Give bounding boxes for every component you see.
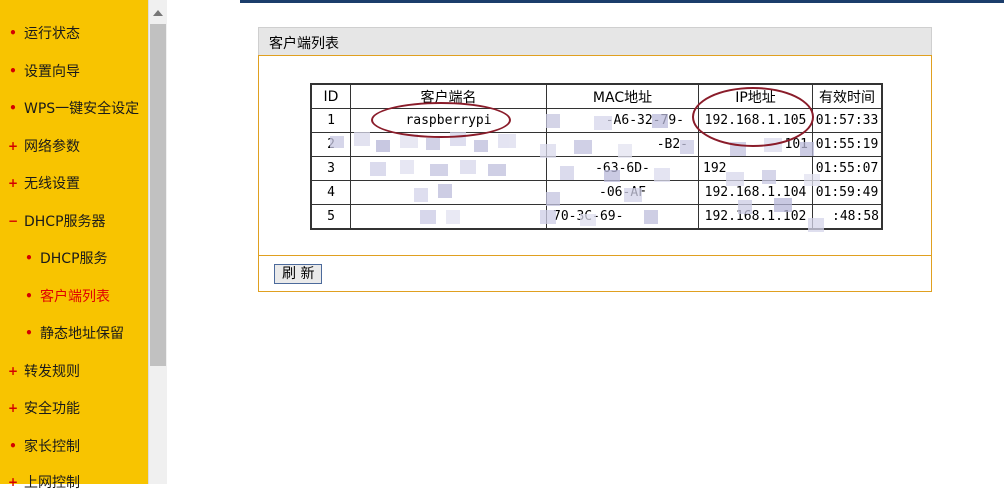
redaction-mosaic [410,184,480,230]
sidebar-item-label: 无线设置 [24,175,80,192]
sidebar-subitem-static-address[interactable]: • 静态地址保留 [0,314,124,351]
panel-title: 客户端列表 [269,36,339,52]
header-id: ID [310,83,351,109]
sidebar-item-label: 客户端列表 [40,288,110,305]
expand-plus-icon: + [7,400,19,415]
sidebar-item-label: DHCP服务 [40,250,108,267]
sidebar-item-label: 运行状态 [24,25,80,42]
redaction-mosaic [330,132,530,188]
sidebar-item-label: 转发规则 [24,363,80,380]
cell-id: 1 [310,108,351,133]
sidebar-item-network[interactable]: + 网络参数 [0,127,80,164]
sidebar-item-wps[interactable]: • WPS一键安全设定 [0,89,139,126]
redaction-mosaic [534,110,704,230]
sidebar-item-label: 设置向导 [24,63,80,80]
sidebar-scrollbar[interactable] [148,0,167,484]
expand-plus-icon: + [7,363,19,378]
panel-header: 客户端列表 [258,27,932,55]
sidebar-item-wireless[interactable]: + 无线设置 [0,164,80,201]
bullet-icon: • [25,325,33,340]
scrollbar-thumb[interactable] [150,24,166,366]
collapse-minus-icon: − [7,213,19,228]
sidebar-item-status[interactable]: • 运行状态 [0,14,80,51]
bullet-icon: • [25,250,33,265]
annotation-ellipse-client-name [371,102,511,138]
sidebar-item-dhcp-server[interactable]: − DHCP服务器 [0,202,106,239]
sidebar: • 运行状态 • 设置向导 • WPS一键安全设定 + 网络参数 + 无线设置 − DHCP… [0,0,148,491]
sidebar-item-parental-control[interactable]: • 家长控制 [0,427,80,464]
sidebar-item-label: DHCP服务器 [24,213,106,230]
sidebar-subitem-dhcp-service[interactable]: • DHCP服务 [0,239,108,276]
bullet-icon: • [9,63,17,78]
expand-plus-icon: + [7,175,19,190]
redaction-mosaic [724,136,830,236]
cell-lease-time: 01:57:33 [812,108,883,133]
cell-id: 5 [310,204,351,230]
bullet-icon: • [25,288,33,303]
sidebar-item-label: 家长控制 [24,438,80,455]
sidebar-item-label: 静态地址保留 [40,325,124,342]
header-mac: MAC地址 [546,83,699,109]
annotation-ellipse-ip [692,87,814,147]
panel-footer: 刷 新 [258,255,932,292]
sidebar-item-forwarding[interactable]: + 转发规则 [0,352,80,389]
bullet-icon: • [9,25,17,40]
expand-plus-icon: + [7,474,19,489]
sidebar-item-access-control[interactable]: + 上网控制 [0,463,80,500]
sidebar-item-label: 安全功能 [24,400,80,417]
bullet-icon: • [9,438,17,453]
sidebar-item-security[interactable]: + 安全功能 [0,389,80,426]
bullet-icon: • [9,100,17,115]
sidebar-item-label: WPS一键安全设定 [24,100,140,117]
scroll-up-icon[interactable] [153,10,163,16]
expand-plus-icon: + [7,138,19,153]
sidebar-item-label: 网络参数 [24,138,80,155]
sidebar-item-setup-wizard[interactable]: • 设置向导 [0,52,80,89]
sidebar-item-label: 上网控制 [24,474,80,491]
refresh-button[interactable]: 刷 新 [274,264,323,284]
header-lease-time: 有效时间 [812,83,883,109]
top-border [240,0,1004,3]
sidebar-subitem-client-list[interactable]: • 客户端列表 [0,277,110,314]
